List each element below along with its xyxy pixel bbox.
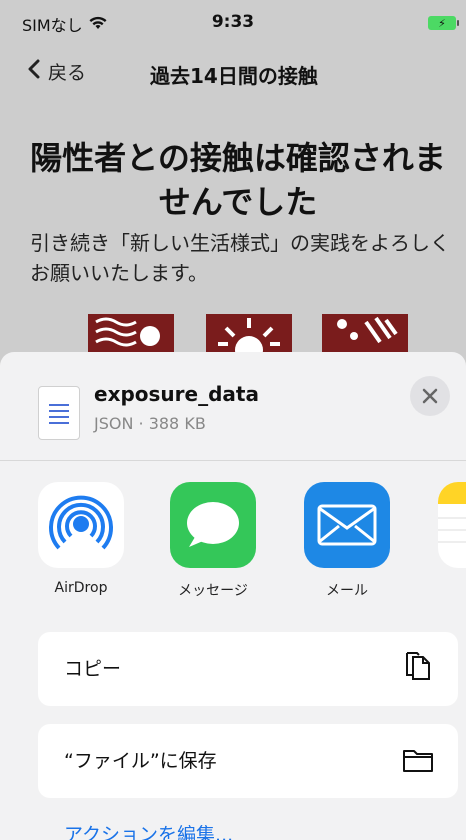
app-airdrop[interactable]: AirDrop [36, 482, 126, 596]
handwash-icon [322, 314, 408, 354]
app-notes[interactable] [436, 482, 466, 580]
file-name: exposure_data [94, 382, 259, 406]
folder-icon [400, 742, 436, 778]
save-to-files-action[interactable]: “ファイル”に保存 [38, 724, 458, 798]
app-label: AirDrop [54, 580, 108, 596]
document-icon [38, 386, 80, 440]
ventilation-icon [88, 314, 174, 354]
page-title: 過去14日間の接触 [150, 64, 318, 88]
save-to-files-label: “ファイル”に保存 [64, 750, 217, 772]
nav-bar: 戻る 過去14日間の接触 [0, 48, 466, 98]
app-label: メッセージ [178, 583, 248, 599]
app-mail[interactable]: メール [302, 482, 392, 600]
file-meta: JSON · 388 KB [94, 414, 206, 433]
notes-icon [438, 482, 466, 568]
messages-icon [170, 482, 256, 568]
edit-actions-link[interactable]: アクションを編集... [64, 820, 233, 840]
share-sheet: exposure_data JSON · 388 KB AirDrop メッセー… [0, 352, 466, 840]
close-button[interactable] [410, 376, 450, 416]
mail-icon [304, 482, 390, 568]
status-time: 9:33 [211, 12, 255, 32]
back-label: 戻る [48, 62, 87, 84]
copy-label: コピー [64, 658, 122, 680]
close-icon [422, 388, 438, 404]
app-messages[interactable]: メッセージ [168, 482, 258, 600]
chevron-left-icon [28, 59, 40, 84]
sun-icon [206, 314, 292, 354]
back-button[interactable]: 戻る [28, 58, 86, 85]
app-label: メール [326, 583, 368, 599]
app-row: AirDrop メッセージ メール [0, 482, 466, 602]
copy-icon [400, 650, 436, 686]
status-subtext: 引き続き「新しい生活様式」の実践をよろしくお願いいたします。 [30, 231, 450, 285]
airdrop-icon [38, 482, 124, 568]
status-bar: SIMなし 9:33 ⚡ [0, 0, 466, 44]
file-header: exposure_data JSON · 388 KB [0, 352, 466, 461]
copy-action[interactable]: コピー [38, 632, 458, 706]
battery-icon: ⚡ [428, 16, 459, 30]
status-headline: 陽性者との接触は確認されませんでした [30, 139, 446, 221]
guideline-icons [0, 314, 466, 354]
